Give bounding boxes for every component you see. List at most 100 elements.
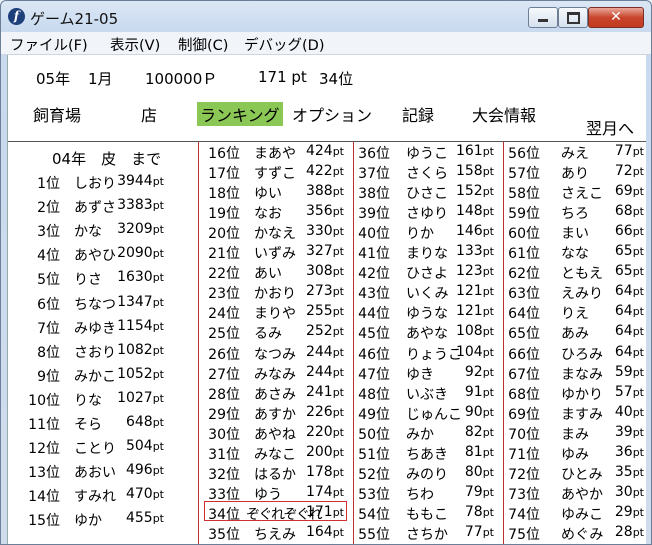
player-points: 29pt (614, 503, 644, 520)
status-month: 1月 (88, 70, 113, 88)
ranking-row: 60位 まい 66pt (8, 223, 646, 243)
rank-label: 60位 (508, 226, 540, 243)
menu-control[interactable]: 制御(C) (178, 34, 228, 55)
player-name: ひとみ (561, 466, 603, 483)
ranking-row: 56位 みえ 77pt (8, 143, 646, 163)
ranking-row: 67位 まなみ 59pt (8, 364, 646, 384)
player-points: 57pt (614, 383, 644, 400)
close-button[interactable]: ✕ (588, 7, 644, 28)
tab-records[interactable]: 記録 (402, 102, 434, 126)
ranking-row: 62位 ともえ 65pt (8, 263, 646, 283)
ranking-row: 75位 めぐみ 28pt (8, 524, 646, 544)
player-points: 30pt (614, 483, 644, 500)
ranking-row: 65位 あみ 64pt (8, 323, 646, 343)
player-name: ともえ (561, 266, 603, 283)
menu-debug[interactable]: デバッグ(D) (244, 34, 324, 55)
player-name: えみり (561, 286, 603, 303)
player-points: 65pt (614, 263, 644, 280)
rank-label: 69位 (508, 406, 540, 423)
rank-label: 71位 (508, 446, 540, 463)
rank-label: 63位 (508, 286, 540, 303)
player-name: あやか (561, 486, 603, 503)
ranking-row: 68位 ゆかり 57pt (8, 384, 646, 404)
rank-label: 70位 (508, 426, 540, 443)
player-points: 64pt (614, 343, 644, 360)
tab-shop[interactable]: 店 (141, 102, 157, 126)
player-name: なな (561, 246, 589, 263)
tab-ranking[interactable]: ランキング (197, 102, 283, 126)
tab-options[interactable]: オプション (292, 102, 372, 126)
player-points: 40pt (614, 403, 644, 420)
player-points: 35pt (614, 463, 644, 480)
status-points: 171 pt (258, 68, 307, 86)
menu-view[interactable]: 表示(V) (110, 34, 160, 55)
player-points: 28pt (614, 523, 644, 540)
rank-label: 57位 (508, 166, 540, 183)
rank-label: 58位 (508, 186, 540, 203)
player-name: ひろみ (561, 346, 603, 363)
rank-label: 56位 (508, 146, 540, 162)
player-points: 68pt (614, 203, 644, 220)
ranking-row: 72位 ひとみ 35pt (8, 464, 646, 484)
player-name: あり (561, 166, 589, 183)
menu-file[interactable]: ファイル(F) (10, 34, 88, 55)
rank-label: 67位 (508, 366, 540, 383)
tab-tournament-info[interactable]: 大会情報 (472, 102, 536, 126)
rank-label: 74位 (508, 506, 540, 523)
player-name: さえこ (561, 186, 603, 203)
rank-label: 73位 (508, 486, 540, 503)
player-name: まい (561, 226, 589, 243)
player-points: 66pt (614, 223, 644, 240)
player-name: ますみ (561, 406, 603, 423)
maximize-button[interactable] (558, 7, 588, 28)
close-icon: ✕ (610, 9, 622, 25)
ranking-row: 74位 ゆみこ 29pt (8, 504, 646, 524)
rank-label: 64位 (508, 306, 540, 323)
player-points: 64pt (614, 283, 644, 300)
ranking-row: 58位 さえこ 69pt (8, 183, 646, 203)
player-points: 39pt (614, 423, 644, 440)
player-name: みえ (561, 146, 589, 162)
player-name: ゆみ (561, 446, 589, 463)
ranking-row: 73位 あやか 30pt (8, 484, 646, 504)
status-place: 34位 (319, 70, 354, 88)
player-name: まみ (561, 426, 589, 443)
player-name: まなみ (561, 366, 603, 383)
player-name: めぐみ (561, 526, 604, 543)
rank-label: 68位 (508, 386, 540, 403)
ranking-row: 66位 ひろみ 64pt (8, 344, 646, 364)
rank-label: 75位 (508, 526, 540, 543)
app-window: f ゲーム21-05 ✕ ファイル(F) 表示(V) 制御(C) デバッグ(D)… (0, 0, 652, 545)
player-points: 69pt (614, 183, 644, 200)
rank-label: 62位 (508, 266, 540, 283)
rank-label: 65位 (508, 326, 540, 343)
player-points: 77pt (614, 143, 644, 159)
ranking-row: 57位 あり 72pt (8, 163, 646, 183)
maximize-icon (567, 12, 580, 24)
player-name: あみ (561, 326, 589, 343)
minimize-button[interactable] (528, 7, 558, 28)
window-title: ゲーム21-05 (30, 10, 119, 28)
game-area: 05年 1月 100000Ｐ 171 pt 34位 飼育場 店 ランキング オプ… (7, 55, 646, 544)
player-points: 64pt (614, 323, 644, 340)
flash-app-icon: f (8, 8, 25, 25)
tab-farm[interactable]: 飼育場 (33, 102, 81, 126)
status-year: 05年 (36, 70, 71, 88)
ranking-row: 61位 なな 65pt (8, 243, 646, 263)
ranking-row: 70位 まみ 39pt (8, 424, 646, 444)
player-points: 72pt (614, 163, 644, 180)
player-name: ちろ (561, 206, 589, 223)
title-bar[interactable]: f ゲーム21-05 ✕ (1, 1, 651, 32)
ranking-row: 63位 えみり 64pt (8, 283, 646, 303)
ranking-row: 59位 ちろ 68pt (8, 203, 646, 223)
menu-bar: ファイル(F) 表示(V) 制御(C) デバッグ(D) (1, 32, 651, 55)
ranking-row: 71位 ゆみ 36pt (8, 444, 646, 464)
ranking-row: 69位 ますみ 40pt (8, 404, 646, 424)
player-name: りえ (561, 306, 589, 323)
minimize-icon (538, 19, 548, 22)
next-month-button[interactable]: 翌月へ (586, 115, 634, 139)
player-points: 64pt (614, 303, 644, 320)
rank-label: 66位 (508, 346, 540, 363)
rank-label: 72位 (508, 466, 540, 483)
player-points: 59pt (614, 363, 644, 380)
